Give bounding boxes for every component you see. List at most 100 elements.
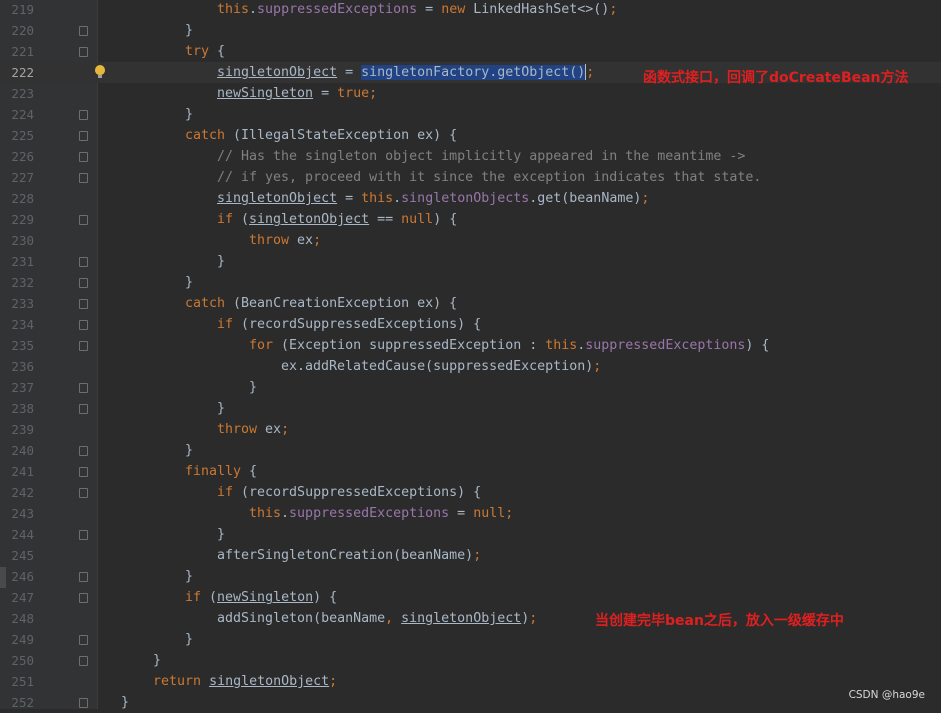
fold-toggle-icon[interactable] [79, 341, 88, 351]
fold-toggle-icon[interactable] [79, 278, 88, 288]
fold-toggle-icon[interactable] [79, 446, 88, 456]
code-token: catch [185, 128, 226, 143]
fold-toggle-icon[interactable] [79, 26, 88, 36]
code-line[interactable]: 234 if (recordSuppressedExceptions) { [0, 314, 941, 335]
code-line[interactable]: 241 finally { [0, 461, 941, 482]
code-text: } [185, 104, 193, 125]
code-token: ; [609, 2, 618, 17]
code-text: } [185, 440, 193, 461]
code-token: = [417, 2, 442, 17]
code-line[interactable]: 237} [0, 377, 941, 398]
fold-toggle-icon[interactable] [79, 488, 88, 498]
code-text: // if yes, proceed with it since the exc… [217, 167, 761, 188]
code-line[interactable]: 238} [0, 398, 941, 419]
code-line[interactable]: 250} [0, 650, 941, 671]
code-token: ; [313, 233, 322, 248]
code-editor[interactable]: 219 this.suppressedExceptions = new Linke… [0, 0, 941, 710]
line-number: 224 [11, 107, 34, 122]
code-token: afterSingletonCreation(beanName) [217, 548, 474, 563]
fold-toggle-icon[interactable] [79, 110, 88, 120]
code-line[interactable]: 251 return singletonObject; [0, 671, 941, 692]
line-number: 223 [11, 86, 34, 101]
fold-toggle-icon[interactable] [79, 173, 88, 183]
code-token: suppressedExceptions [257, 2, 418, 17]
code-line[interactable]: 226 // Has the singleton object implicitl… [0, 146, 941, 167]
code-line[interactable]: 236 ex.addRelatedCause(suppressedExceptio… [0, 356, 941, 377]
code-line[interactable]: 235 for (Exception suppressedException : … [0, 335, 941, 356]
code-token: } [217, 254, 226, 269]
code-token: = [449, 506, 474, 521]
code-token: // if yes, proceed with it since the exc… [217, 170, 762, 185]
code-line[interactable]: 245 afterSingletonCreation(beanName); [0, 545, 941, 566]
code-token: } [153, 653, 162, 668]
code-line[interactable]: 233 catch (BeanCreationException ex) { [0, 293, 941, 314]
code-line[interactable]: 252} [0, 692, 941, 713]
code-token: catch [185, 296, 226, 311]
lightbulb-icon[interactable] [95, 65, 105, 78]
code-line[interactable]: 247 if (newSingleton) { [0, 587, 941, 608]
code-token: LinkedHashSet<>() [465, 2, 610, 17]
code-text: } [185, 629, 193, 650]
fold-toggle-icon[interactable] [79, 257, 88, 267]
code-line[interactable]: 224} [0, 104, 941, 125]
code-text: throw ex; [217, 419, 289, 440]
code-line[interactable]: 219 this.suppressedExceptions = new Linke… [0, 0, 941, 20]
code-token: for [249, 338, 274, 353]
code-token: ; [329, 674, 338, 689]
line-number: 250 [11, 653, 34, 668]
fold-toggle-icon[interactable] [79, 299, 88, 309]
line-number: 243 [11, 506, 34, 521]
code-line[interactable]: 240} [0, 440, 941, 461]
fold-toggle-icon[interactable] [79, 152, 88, 162]
code-token: this [545, 338, 578, 353]
code-line[interactable]: 227 // if yes, proceed with it since the … [0, 167, 941, 188]
code-token: (recordSuppressedExceptions) { [233, 317, 482, 332]
code-text: } [217, 251, 225, 272]
line-number: 236 [11, 359, 34, 374]
code-token: suppressedExceptions [585, 338, 746, 353]
code-line[interactable]: 225 catch (IllegalStateException ex) { [0, 125, 941, 146]
fold-toggle-icon[interactable] [79, 656, 88, 666]
fold-toggle-icon[interactable] [79, 467, 88, 477]
code-token: ) { [433, 212, 458, 227]
fold-toggle-icon[interactable] [79, 593, 88, 603]
fold-toggle-icon[interactable] [79, 635, 88, 645]
code-line[interactable]: 249} [0, 629, 941, 650]
code-token: } [185, 443, 194, 458]
code-line[interactable]: 220} [0, 20, 941, 41]
code-token: if [185, 590, 202, 605]
code-line[interactable]: 230 throw ex; [0, 230, 941, 251]
code-line[interactable]: 246} [0, 566, 941, 587]
code-line[interactable]: 243 this.suppressedExceptions = null; [0, 503, 941, 524]
code-line[interactable]: 244} [0, 524, 941, 545]
code-text: finally { [185, 461, 257, 482]
code-line[interactable]: 231} [0, 251, 941, 272]
code-line[interactable]: 232} [0, 272, 941, 293]
line-number: 237 [11, 380, 34, 395]
fold-toggle-icon[interactable] [79, 47, 88, 57]
fold-toggle-icon[interactable] [79, 320, 88, 330]
code-line[interactable]: 228 singletonObject = this.singletonObjec… [0, 188, 941, 209]
code-line[interactable]: 239 throw ex; [0, 419, 941, 440]
fold-toggle-icon[interactable] [79, 698, 88, 708]
fold-toggle-icon[interactable] [79, 530, 88, 540]
code-token: singletonObject [401, 611, 522, 626]
code-text: if (singletonObject == null) { [217, 209, 457, 230]
fold-toggle-icon[interactable] [79, 404, 88, 414]
code-token: ; [593, 359, 602, 374]
fold-toggle-icon[interactable] [79, 131, 88, 141]
code-text: newSingleton = true; [217, 83, 377, 104]
code-line[interactable]: 229 if (singletonObject == null) { [0, 209, 941, 230]
code-token: singletonObject [209, 674, 330, 689]
code-text: this.suppressedExceptions = new LinkedHa… [217, 0, 617, 20]
code-line[interactable]: 242 if (recordSuppressedExceptions) { [0, 482, 941, 503]
fold-toggle-icon[interactable] [79, 572, 88, 582]
code-token: = [337, 65, 362, 80]
fold-toggle-icon[interactable] [79, 215, 88, 225]
code-text: throw ex; [249, 230, 321, 251]
fold-toggle-icon[interactable] [79, 383, 88, 393]
code-line[interactable]: 221 try { [0, 41, 941, 62]
code-token: singletonObject [217, 191, 338, 206]
code-token: { [241, 464, 258, 479]
code-text: ex.addRelatedCause(suppressedException); [281, 356, 601, 377]
